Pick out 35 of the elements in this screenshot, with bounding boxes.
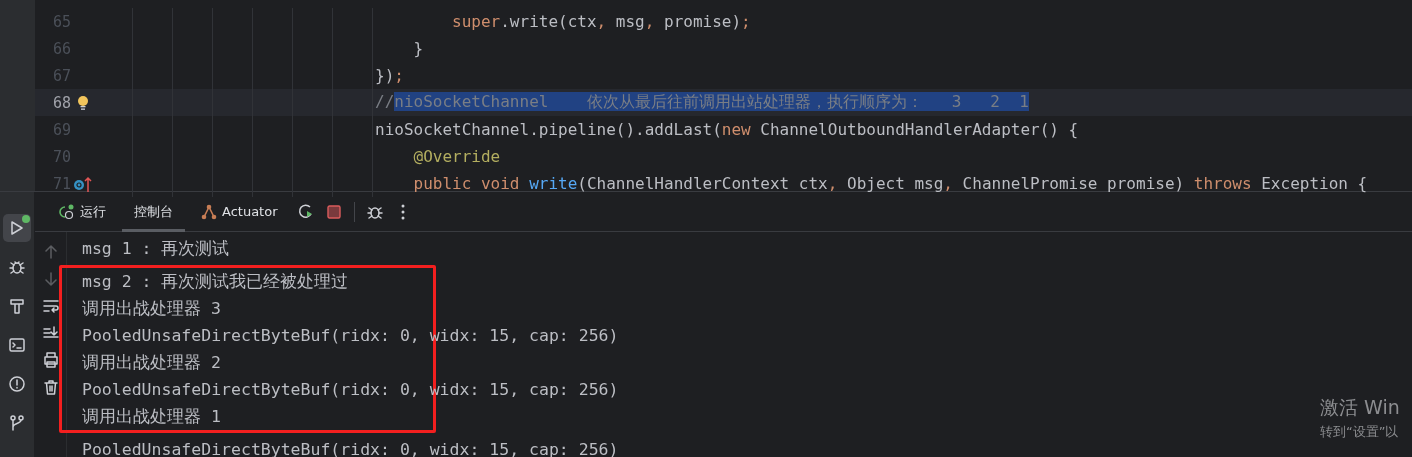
code-line: super.write(ctx, msg, promise); (451, 12, 751, 31)
more-icon (400, 203, 405, 220)
hammer-icon (8, 297, 26, 315)
console-line: 调用出战处理器 1 (82, 405, 221, 428)
code-line: }); (375, 66, 404, 85)
activation-hint: 转到“设置”以 (1320, 423, 1400, 441)
override-icon[interactable] (73, 175, 93, 192)
trash-icon (41, 377, 60, 396)
code-line: nioSocketChannel.pipeline().addLast(new ChannelOutboundHandlerAdapter() { (375, 120, 1079, 139)
activation-title: 激活 Win (1320, 395, 1400, 420)
bug-icon (8, 258, 26, 276)
stop-icon (326, 204, 341, 219)
rerun-icon (57, 203, 75, 220)
panel-tab[interactable]: 控制台 (122, 191, 185, 232)
printer-icon (41, 350, 60, 369)
code-line: public void write(ChannelHandlerContext ctx, Object msg, ChannelPromise promise) throws Exception { (412, 174, 1368, 193)
console-line: 调用出战处理器 3 (82, 297, 221, 320)
console-line: msg 2 : 再次测试我已经被处理过 (82, 270, 349, 293)
line-number: 68 (51, 93, 71, 112)
tool-window-button[interactable] (3, 214, 31, 242)
run-icon (8, 219, 26, 237)
code-line: @Override (412, 147, 501, 166)
panel-tab[interactable]: Actuator (189, 191, 290, 232)
graph-icon (201, 203, 217, 220)
warning-circle-icon (8, 375, 26, 393)
branch-icon (8, 414, 26, 432)
status-dot-icon (22, 215, 30, 223)
code-line: } (412, 39, 424, 58)
lightbulb-icon[interactable] (77, 94, 89, 111)
panel-tab[interactable]: 运行 (45, 191, 118, 232)
terminal-icon (8, 336, 26, 354)
rerun-icon (296, 202, 315, 221)
code-line: //nioSocketChannel 依次从最后往前调用出站处理器，执行顺序为： 3 2 1 (375, 92, 1029, 113)
console-line: msg 1 : 再次测试 (82, 237, 230, 260)
console-line: 调用出战处理器 2 (82, 351, 221, 374)
